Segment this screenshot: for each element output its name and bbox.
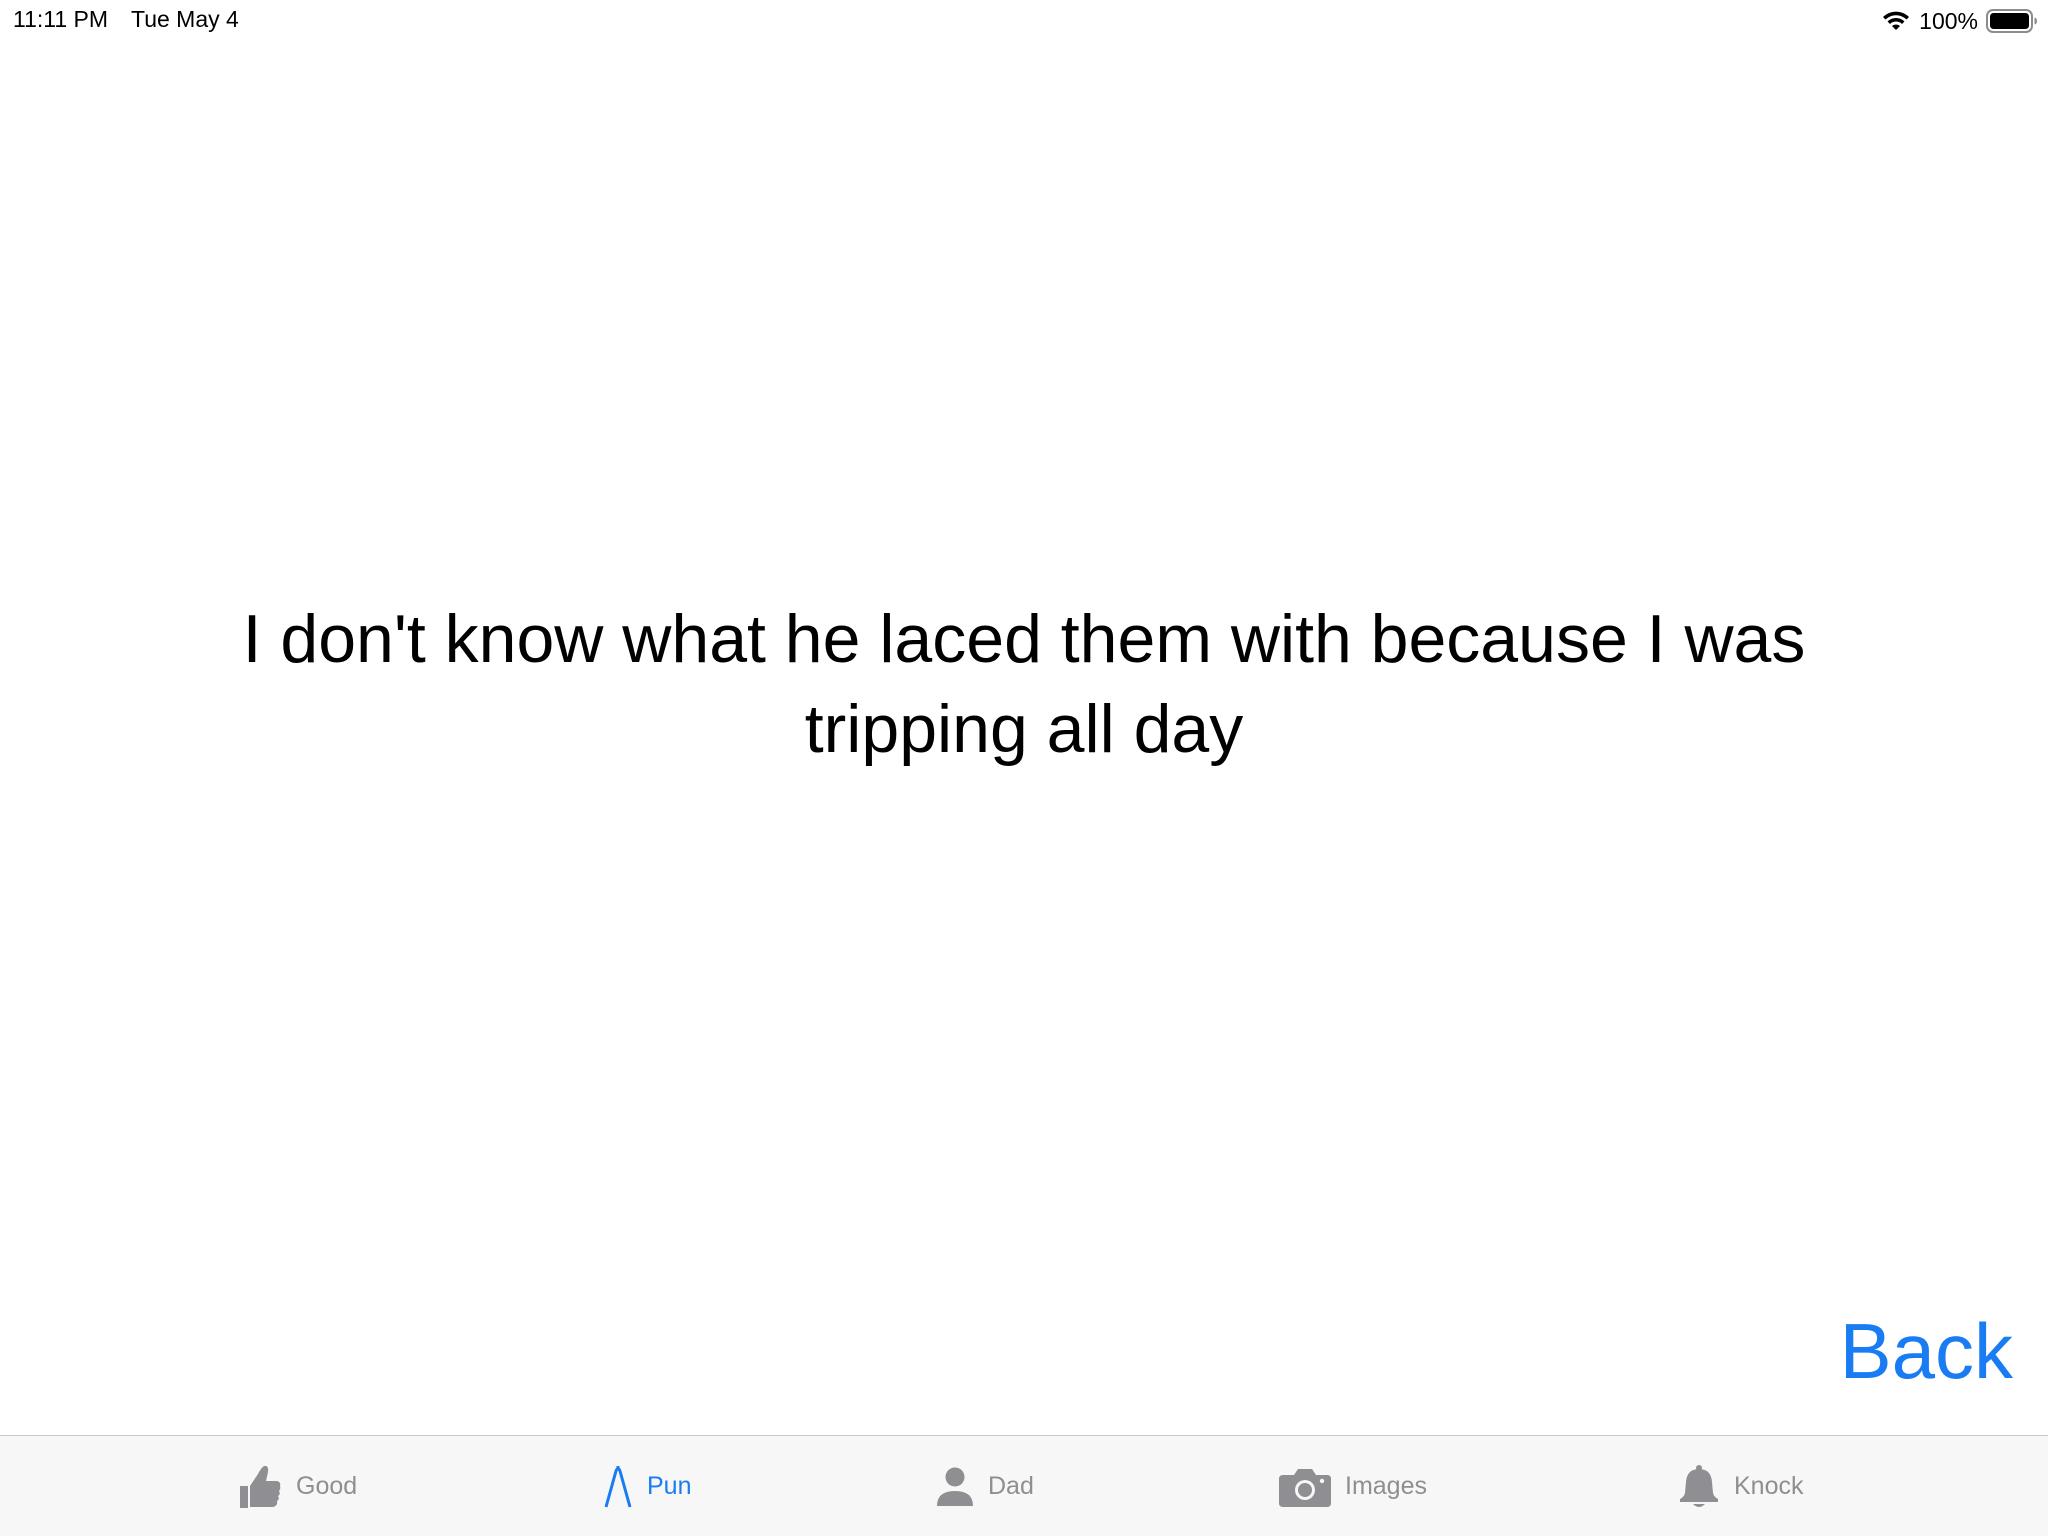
tab-label-pun: Pun [647, 1472, 692, 1500]
tab-images[interactable]: Images [1279, 1436, 1427, 1536]
tab-label-dad: Dad [988, 1472, 1034, 1500]
tab-label-images: Images [1345, 1472, 1427, 1500]
compass-a-icon [604, 1465, 632, 1507]
status-time: 11:11 PM [13, 6, 109, 32]
camera-icon [1279, 1468, 1331, 1507]
tab-label-knock: Knock [1734, 1472, 1804, 1500]
tab-knock[interactable]: Knock [1678, 1436, 1803, 1536]
tab-label-good: Good [296, 1472, 358, 1500]
screen: 11:11 PM Tue May 4 100% I don't know wha… [0, 0, 2048, 1536]
tab-bar: Good Pun Dad Images Knock [0, 1435, 2048, 1536]
battery-percent: 100% [1919, 7, 1978, 34]
tab-good[interactable]: Good [238, 1436, 357, 1536]
tab-dad[interactable]: Dad [936, 1436, 1034, 1536]
status-indicators: 100% [1881, 6, 2038, 36]
tab-pun[interactable]: Pun [603, 1436, 691, 1536]
person-icon [937, 1467, 973, 1506]
joke-text: I don't know what he laced them with bec… [242, 601, 1806, 767]
bell-icon [1680, 1464, 1718, 1507]
battery-icon [1986, 9, 2037, 33]
status-date: Tue May 4 [131, 6, 239, 32]
status-bar: 11:11 PM Tue May 4 100% [0, 0, 2048, 40]
wifi-icon [1883, 11, 1910, 30]
back-button[interactable]: Back [1840, 1306, 2013, 1396]
thumbs-up-icon [240, 1465, 281, 1508]
